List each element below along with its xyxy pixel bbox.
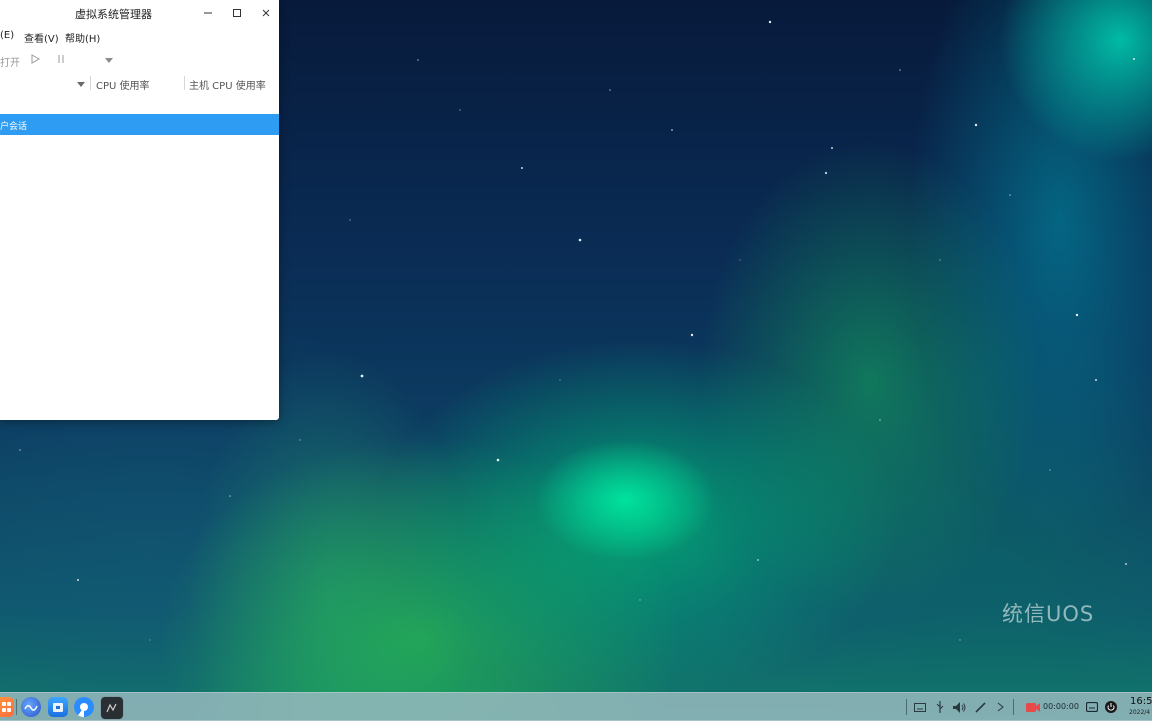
app-store-icon[interactable] <box>48 697 68 717</box>
notification-icon[interactable] <box>1084 699 1100 715</box>
run-button[interactable] <box>31 54 41 67</box>
menu-bar: (E) 查看(V) 帮助(H) <box>0 27 279 47</box>
toolbar: 打开 <box>0 48 279 72</box>
play-icon <box>31 54 41 64</box>
connection-label: 户会话 <box>0 122 28 132</box>
clock-date: 2022/4 <box>1129 709 1151 716</box>
browser-icon[interactable] <box>74 697 94 717</box>
power-icon[interactable] <box>1103 699 1119 715</box>
column-separator <box>184 76 185 90</box>
title-bar[interactable]: 虚拟系统管理器 <box>0 0 279 27</box>
deepin-icon[interactable] <box>21 697 41 717</box>
column-header: CPU 使用率 主机 CPU 使用率 <box>0 73 279 95</box>
bag-icon <box>53 703 63 712</box>
minimize-button[interactable] <box>197 4 219 22</box>
minimize-icon <box>204 12 212 14</box>
tray-separator <box>906 699 907 715</box>
uos-watermark: 统信UOS <box>1002 602 1095 626</box>
virt-manager-icon[interactable] <box>100 696 124 720</box>
menu-view[interactable]: 查看(V) <box>24 30 59 45</box>
maximize-icon <box>233 9 241 17</box>
chevron-right-icon[interactable] <box>992 699 1008 715</box>
column-host-cpu-usage[interactable]: 主机 CPU 使用率 <box>189 77 266 92</box>
column-cpu-usage[interactable]: CPU 使用率 <box>96 77 150 92</box>
connection-row[interactable]: 户会话 <box>0 114 279 135</box>
record-timer: 00:00:00 <box>1043 702 1079 711</box>
window-title: 虚拟系统管理器 <box>75 8 152 21</box>
volume-icon[interactable] <box>951 699 967 715</box>
virt-manager-window[interactable]: 虚拟系统管理器 (E) 查看(V) 帮助(H) 打开 CPU 使用率 主机 CP… <box>0 0 279 420</box>
dock-separator <box>16 699 17 715</box>
menu-help[interactable]: 帮助(H) <box>65 30 100 45</box>
record-icon[interactable] <box>1025 699 1041 715</box>
shutdown-dropdown[interactable] <box>105 56 113 67</box>
pause-icon <box>58 55 64 63</box>
tray-separator <box>1013 699 1014 715</box>
keyboard-icon[interactable] <box>912 699 928 715</box>
maximize-button[interactable] <box>226 4 248 22</box>
open-button[interactable]: 打开 <box>0 54 20 69</box>
column-separator <box>90 76 91 90</box>
pause-button[interactable] <box>57 54 65 67</box>
wave-icon <box>24 705 38 711</box>
launcher-icon[interactable] <box>0 697 14 717</box>
monitor-icon <box>106 703 117 713</box>
close-icon <box>262 9 270 17</box>
close-button[interactable] <box>255 4 277 22</box>
clock-time[interactable]: 16:5 <box>1130 696 1152 707</box>
grid-icon <box>2 702 11 712</box>
taskbar: 00:00:00 16:5 2022/4 <box>0 692 1152 721</box>
menu-edit[interactable]: (E) <box>0 30 14 41</box>
chevron-down-icon <box>77 82 85 87</box>
globe-icon <box>80 703 88 711</box>
pen-icon[interactable] <box>972 699 988 715</box>
usb-icon[interactable] <box>932 699 948 715</box>
chevron-down-icon <box>105 58 113 63</box>
sort-dropdown[interactable] <box>77 80 85 91</box>
